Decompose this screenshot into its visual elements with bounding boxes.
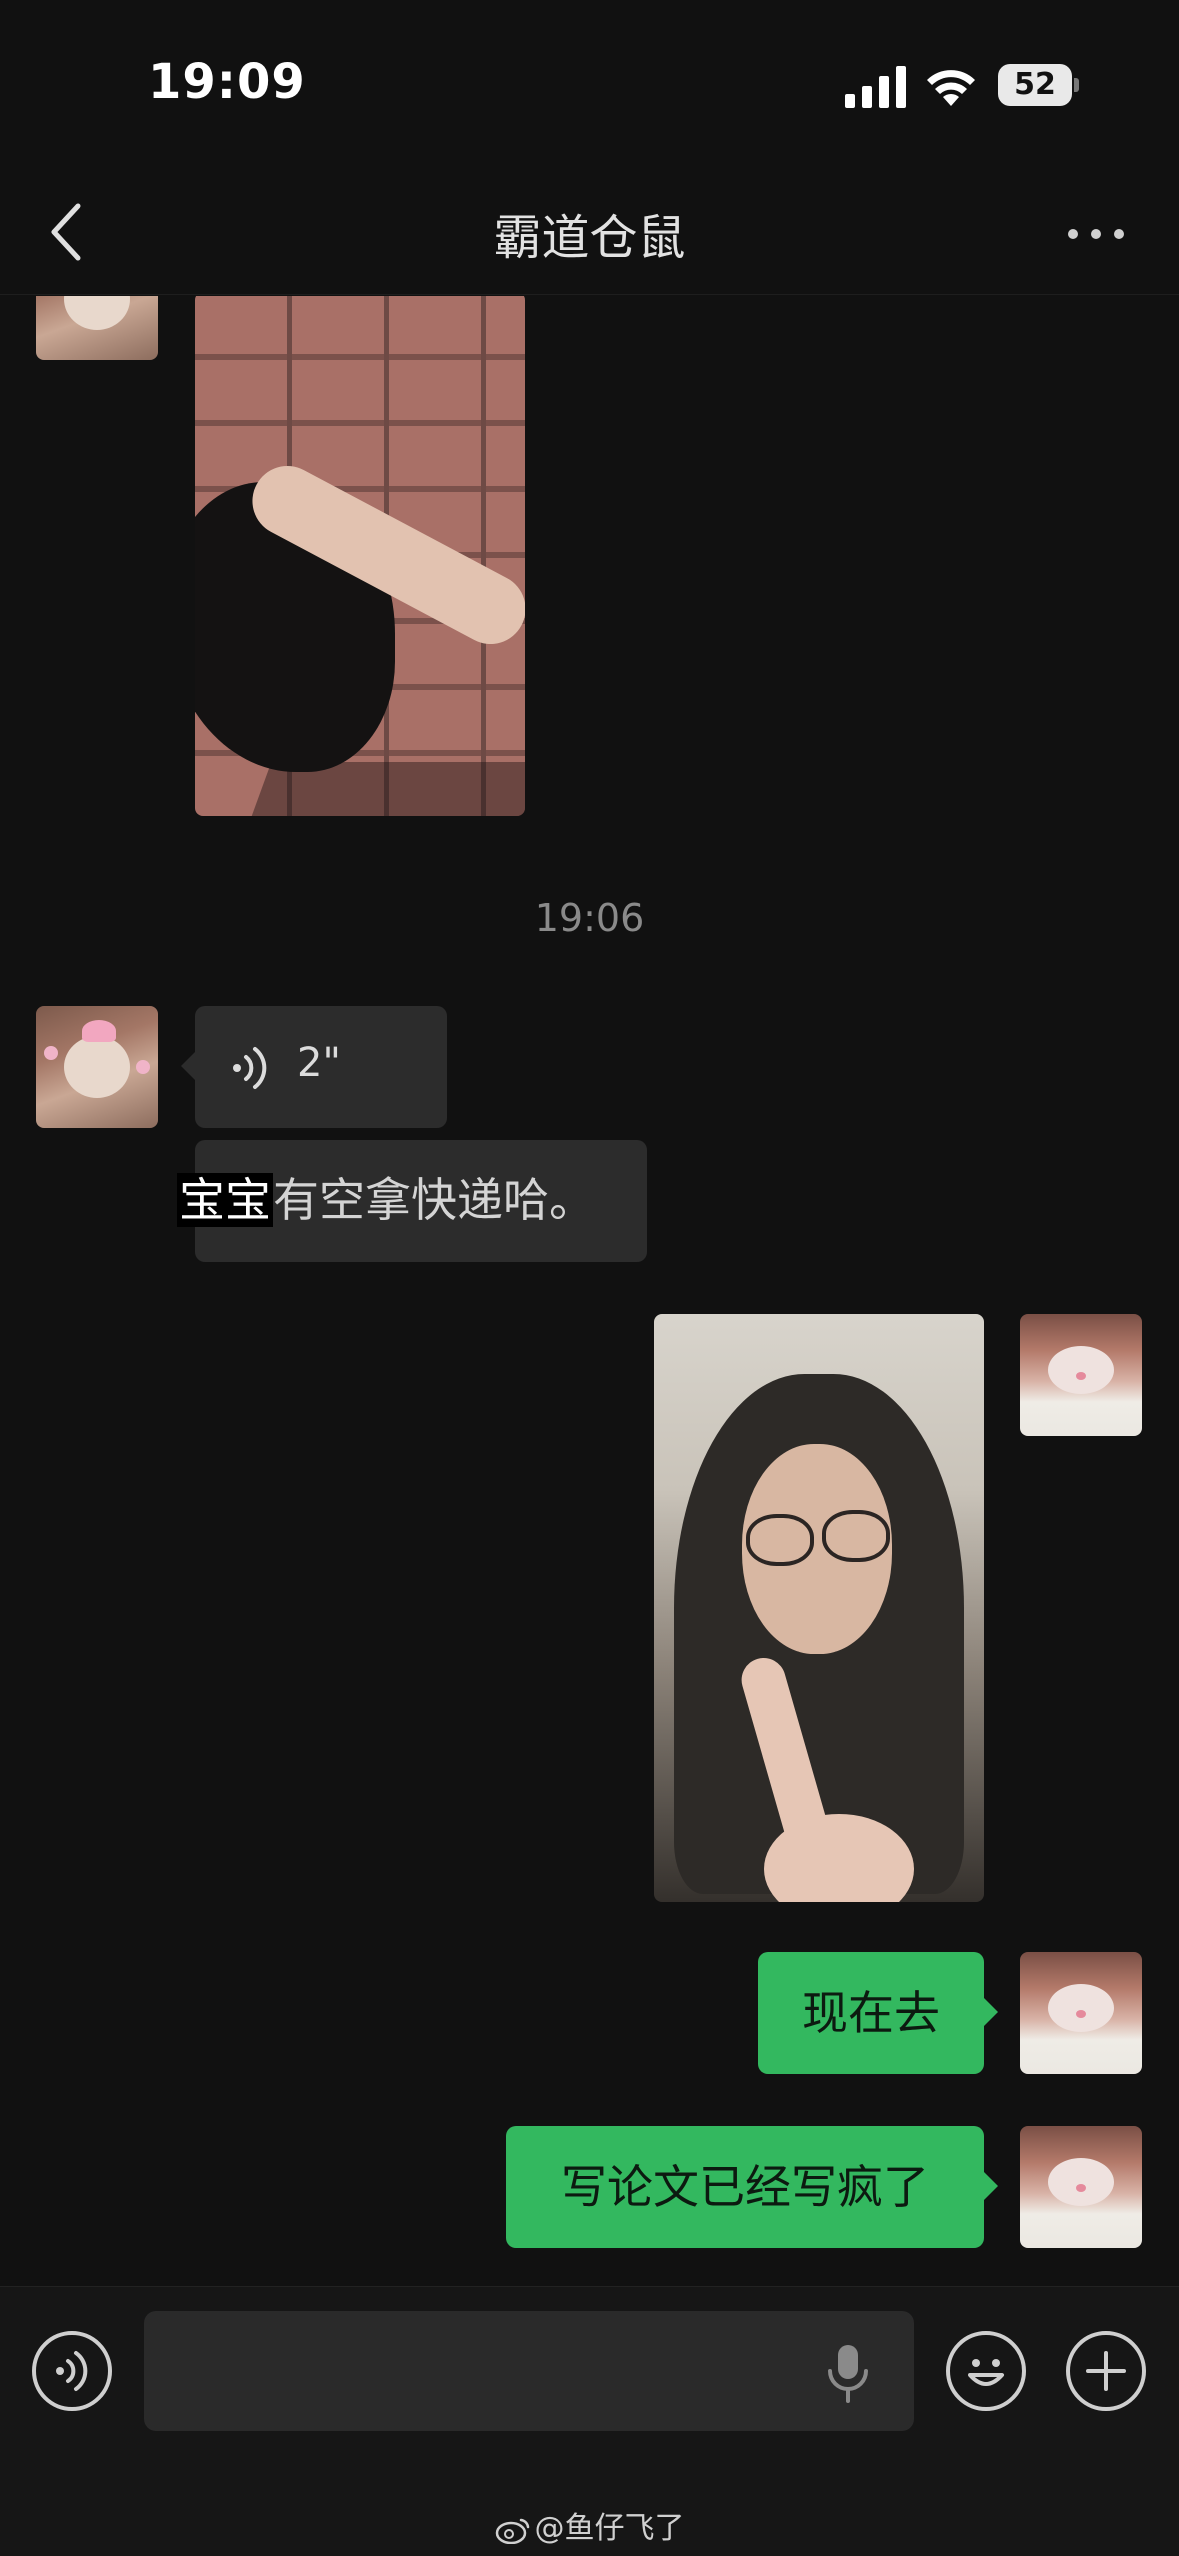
transcription-rest: 有空拿快递哈。 bbox=[273, 1173, 595, 1227]
plus-icon bbox=[1086, 2351, 1126, 2391]
outgoing-message-text: 现在去 bbox=[802, 1986, 940, 2040]
add-button[interactable] bbox=[1066, 2331, 1146, 2411]
photo-message-pavement[interactable] bbox=[195, 296, 525, 816]
message-input[interactable] bbox=[144, 2311, 914, 2431]
input-bar: @鱼仔飞了 bbox=[0, 2286, 1179, 2556]
my-avatar[interactable] bbox=[1020, 1314, 1142, 1436]
voice-icon bbox=[56, 2351, 88, 2391]
highlighted-text: 宝宝 bbox=[177, 1173, 273, 1227]
voice-duration: 2" bbox=[297, 1040, 341, 1086]
outgoing-message-bubble[interactable]: 写论文已经写疯了 bbox=[506, 2126, 998, 2248]
weibo-logo-icon bbox=[495, 2518, 529, 2544]
voice-playback-icon bbox=[233, 1047, 267, 1089]
watermark: @鱼仔飞了 bbox=[0, 2503, 1179, 2547]
battery-tip bbox=[1074, 78, 1079, 92]
voice-transcription-bubble[interactable]: 宝宝有空拿快递哈。 bbox=[177, 1140, 647, 1262]
chat-title: 霸道仓鼠 bbox=[493, 210, 686, 266]
outgoing-message-text: 写论文已经写疯了 bbox=[561, 2160, 929, 2214]
battery-level: 52 bbox=[1014, 67, 1056, 102]
contact-avatar[interactable] bbox=[36, 296, 158, 360]
watermark-text: @鱼仔飞了 bbox=[534, 2511, 685, 2546]
chat-area[interactable]: 19:06 2" 宝宝有空拿快递哈。 现在去 写论文已经写疯了 bbox=[0, 296, 1179, 2286]
more-dots-icon[interactable] bbox=[1060, 210, 1132, 254]
my-avatar[interactable] bbox=[1020, 1952, 1142, 2074]
voice-message-bubble[interactable]: 2" bbox=[181, 1006, 447, 1128]
nav-bar: 霸道仓鼠 bbox=[0, 170, 1179, 295]
cellular-signal-icon bbox=[845, 66, 906, 108]
microphone-icon[interactable] bbox=[826, 2343, 870, 2403]
transcription-text: 宝宝有空拿快递哈。 bbox=[177, 1168, 595, 1232]
wifi-icon bbox=[927, 70, 975, 106]
battery-indicator: 52 bbox=[998, 64, 1079, 106]
message-timestamp: 19:06 bbox=[534, 896, 645, 940]
emoji-button[interactable] bbox=[946, 2331, 1026, 2411]
status-bar: 19:09 52 bbox=[0, 0, 1179, 170]
voice-toggle-button[interactable] bbox=[32, 2331, 112, 2411]
emoji-icon bbox=[968, 2359, 1004, 2386]
photo-message-selfie[interactable] bbox=[654, 1314, 984, 1902]
my-avatar[interactable] bbox=[1020, 2126, 1142, 2248]
status-time: 19:09 bbox=[148, 54, 306, 110]
outgoing-message-bubble[interactable]: 现在去 bbox=[758, 1952, 998, 2074]
contact-avatar[interactable] bbox=[36, 1006, 158, 1128]
